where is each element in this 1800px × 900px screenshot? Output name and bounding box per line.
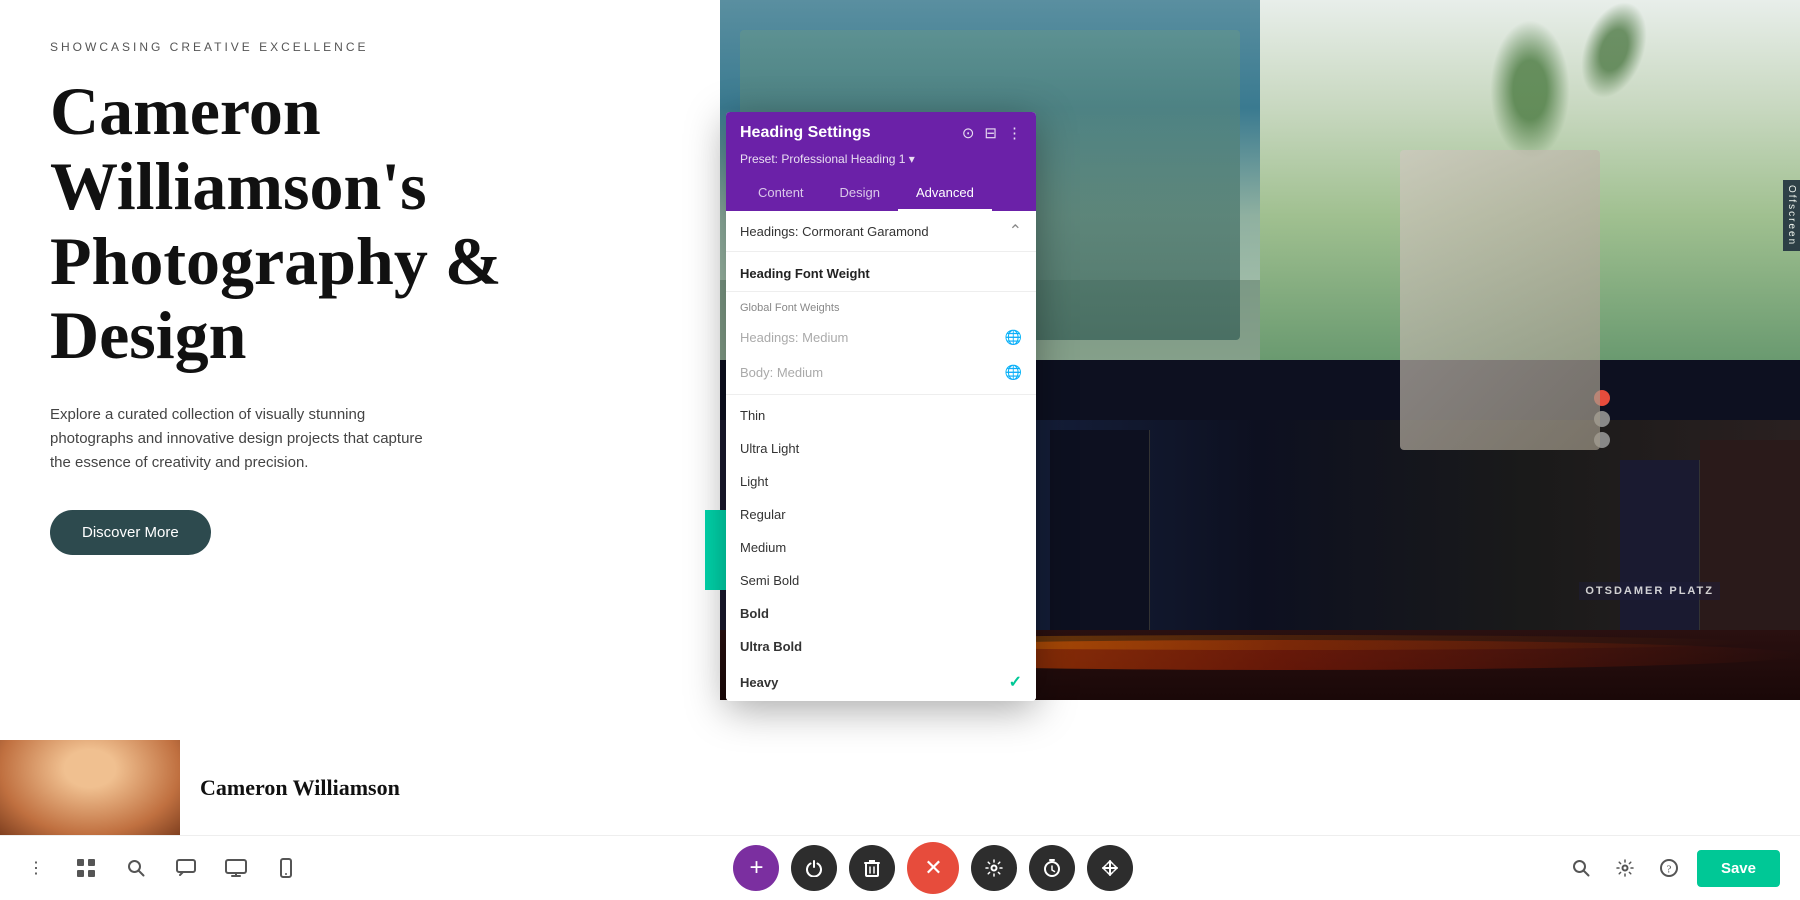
delete-button[interactable] — [849, 845, 895, 891]
street-sign: OTSDAMER PLATZ — [1579, 582, 1720, 600]
more-icon[interactable]: ⋮ — [1007, 124, 1022, 142]
menu-icon[interactable]: ⋮ — [20, 852, 52, 884]
global-group-label: Global Font Weights — [726, 292, 1036, 320]
fw-divider — [726, 394, 1036, 395]
tab-content[interactable]: Content — [740, 176, 822, 211]
fw-headings-global[interactable]: Headings: Medium 🌐 — [726, 320, 1036, 355]
tab-advanced[interactable]: Advanced — [898, 176, 992, 211]
discover-more-button[interactable]: Discover More — [50, 510, 211, 555]
close-button[interactable]: ✕ — [907, 842, 959, 894]
font-family-row[interactable]: Headings: Cormorant Garamond ⌃ — [726, 211, 1036, 252]
fw-heavy[interactable]: Heavy ✓ — [726, 663, 1036, 701]
bottom-center-controls: + ✕ — [733, 842, 1133, 894]
panel-tabs: Content Design Advanced — [740, 176, 1022, 211]
font-family-label: Headings: Cormorant Garamond — [740, 224, 929, 239]
desktop-icon[interactable] — [220, 852, 252, 884]
panel-title: Heading Settings — [740, 124, 871, 142]
preview-portrait — [0, 740, 180, 835]
fw-ultra-light[interactable]: Ultra Light — [726, 432, 1036, 465]
devices-image — [1400, 150, 1600, 450]
fw-semi-bold[interactable]: Semi Bold — [726, 564, 1036, 597]
bottom-preview-strip: Cameron Williamson — [0, 740, 1800, 835]
fw-medium[interactable]: Medium — [726, 531, 1036, 564]
fw-light[interactable]: Light — [726, 465, 1036, 498]
help-icon[interactable]: ? — [1653, 852, 1685, 884]
panel-header-icons: ⊙ ⊟ ⋮ — [962, 124, 1022, 142]
preview-heading-text: Cameron Williamson — [180, 763, 420, 813]
power-button[interactable] — [791, 845, 837, 891]
mobile-icon[interactable] — [270, 852, 302, 884]
font-weight-section-title: Heading Font Weight — [726, 252, 1036, 292]
heading-settings-panel: Heading Settings ⊙ ⊟ ⋮ Preset: Professio… — [726, 112, 1036, 701]
settings-button[interactable] — [971, 845, 1017, 891]
site-subtitle: SHOWCASING CREATIVE EXCELLENCE — [50, 40, 670, 54]
search-icon[interactable] — [120, 852, 152, 884]
layout-icon[interactable]: ⊟ — [984, 124, 997, 142]
tab-design[interactable]: Design — [822, 176, 898, 211]
grid-icon[interactable] — [70, 852, 102, 884]
timer-button[interactable] — [1029, 845, 1075, 891]
fw-thin[interactable]: Thin — [726, 399, 1036, 432]
fw-bold[interactable]: Bold — [726, 597, 1036, 630]
site-title: Cameron Williamson's Photography & Desig… — [50, 74, 670, 373]
panel-preset[interactable]: Preset: Professional Heading 1 ▾ — [740, 152, 1022, 166]
font-weight-list: Global Font Weights Headings: Medium 🌐 B… — [726, 292, 1036, 701]
comments-icon[interactable] — [170, 852, 202, 884]
panel-title-row: Heading Settings ⊙ ⊟ ⋮ — [740, 124, 1022, 142]
offscreen-label: Offscreen — [1783, 180, 1800, 251]
svg-text:?: ? — [1666, 864, 1671, 876]
reset-icon[interactable]: ⊙ — [962, 124, 975, 142]
site-description: Explore a curated collection of visually… — [50, 403, 430, 475]
fw-body-global[interactable]: Body: Medium 🌐 — [726, 355, 1036, 390]
globe-icon-body: 🌐 — [1005, 364, 1022, 381]
zoom-search-icon[interactable] — [1565, 852, 1597, 884]
resize-button[interactable] — [1087, 845, 1133, 891]
bottom-bar: ⋮ + ✕ — [0, 835, 1800, 900]
selected-checkmark: ✓ — [1009, 672, 1022, 692]
panel-body: Headings: Cormorant Garamond ⌃ Heading F… — [726, 211, 1036, 701]
add-button[interactable]: + — [733, 845, 779, 891]
fw-regular[interactable]: Regular — [726, 498, 1036, 531]
font-family-arrow: ⌃ — [1009, 221, 1022, 241]
panel-header: Heading Settings ⊙ ⊟ ⋮ Preset: Professio… — [726, 112, 1036, 211]
fw-ultra-bold[interactable]: Ultra Bold — [726, 630, 1036, 663]
globe-icon-headings: 🌐 — [1005, 329, 1022, 346]
save-button[interactable]: Save — [1697, 850, 1780, 887]
bottom-right-controls: ? Save — [1565, 850, 1780, 887]
bottom-left-controls: ⋮ — [20, 852, 302, 884]
settings-right-icon[interactable] — [1609, 852, 1641, 884]
